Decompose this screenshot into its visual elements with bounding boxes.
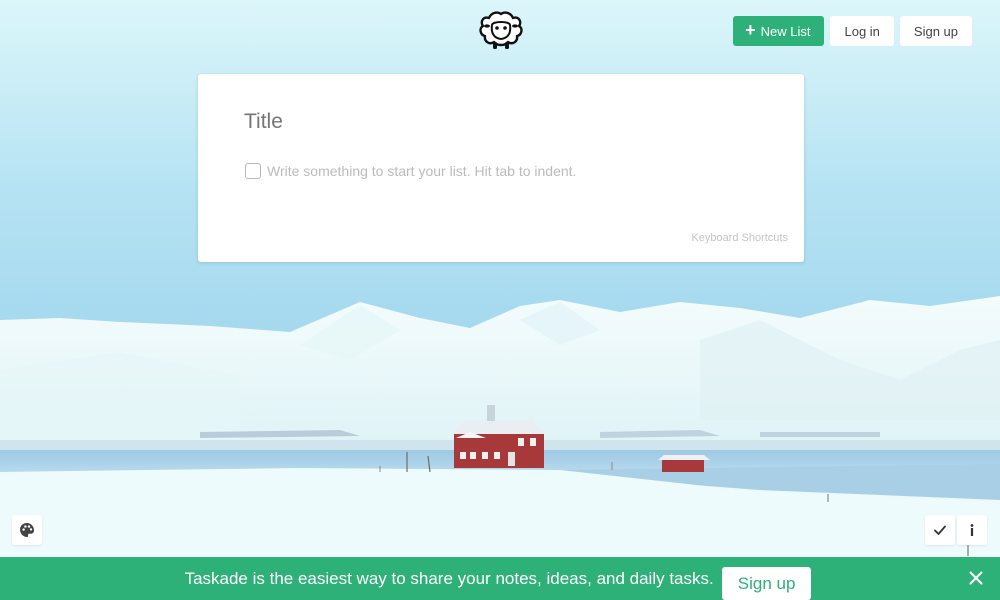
info-button[interactable] — [957, 515, 987, 545]
complete-button[interactable] — [925, 515, 955, 545]
sheep-logo-icon[interactable] — [475, 4, 527, 52]
list-editor-card: Write something to start your list. Hit … — [198, 74, 804, 262]
palette-icon — [20, 523, 34, 537]
header-actions: + New List Log in Sign up — [733, 16, 972, 46]
login-button[interactable]: Log in — [830, 16, 894, 46]
theme-palette-button[interactable] — [12, 515, 42, 545]
list-item: Write something to start your list. Hit … — [245, 163, 576, 179]
list-title-input[interactable] — [244, 110, 644, 134]
new-list-label: New List — [760, 23, 811, 39]
signup-banner: Taskade is the easiest way to share your… — [0, 557, 1000, 600]
keyboard-shortcuts-link[interactable]: Keyboard Shortcuts — [691, 232, 788, 244]
checkmark-icon — [934, 525, 946, 535]
item-checkbox[interactable] — [245, 163, 261, 179]
info-icon — [970, 524, 974, 536]
plus-icon: + — [745, 20, 756, 40]
new-list-button[interactable]: + New List — [733, 16, 825, 46]
close-icon[interactable] — [968, 570, 984, 586]
signup-button[interactable]: Sign up — [899, 16, 972, 46]
item-input[interactable]: Write something to start your list. Hit … — [267, 163, 576, 179]
corner-actions — [925, 515, 987, 545]
banner-text: Taskade is the easiest way to share your… — [184, 568, 714, 588]
banner-signup-button[interactable]: Sign up — [721, 567, 812, 600]
